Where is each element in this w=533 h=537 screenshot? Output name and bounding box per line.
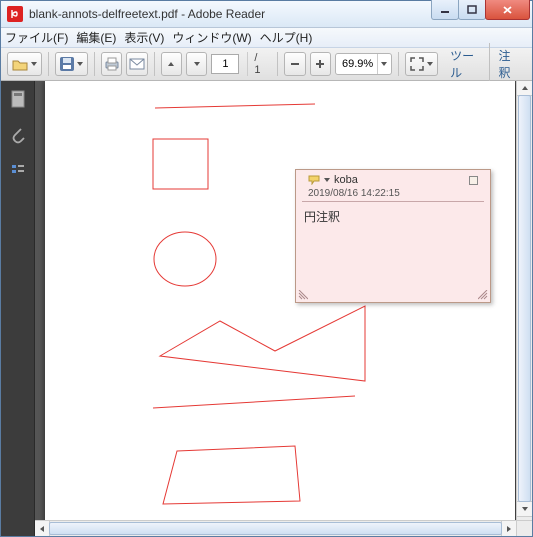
resize-grip-icon[interactable] [298,290,308,300]
scroll-right-button[interactable] [501,520,517,536]
document-viewport[interactable]: koba 2019/08/16 14:22:15 円注釈 [35,81,532,536]
window-close-button[interactable] [485,0,530,20]
bookmarks-tab[interactable] [8,161,28,181]
menu-window[interactable]: ウィンドウ(W) [172,29,251,46]
comments-panel-link[interactable]: 注釈 [489,43,526,85]
thumbnails-tab[interactable] [8,89,28,109]
scroll-down-button[interactable] [516,501,532,517]
separator [94,52,95,76]
toolbar: / 1 69.9% ツール 注釈 [1,48,532,81]
app-icon [7,6,23,22]
email-button[interactable] [126,52,147,76]
popup-options-button[interactable] [469,176,478,185]
page-down-button[interactable] [186,52,207,76]
tools-panel-link[interactable]: ツール [442,43,487,85]
chevron-down-icon [194,62,200,66]
save-button[interactable] [55,52,88,76]
line-annotation-2[interactable] [153,396,355,408]
chevron-down-icon [77,62,83,66]
separator [398,52,399,76]
scroll-corner [516,520,532,536]
polygon-annotation-2[interactable] [163,446,300,504]
pdf-page [45,81,515,536]
chevron-down-icon [31,62,37,66]
annotation-author: koba [334,174,358,186]
chevron-down-icon[interactable] [324,178,330,182]
rectangle-annotation[interactable] [153,139,208,189]
print-button[interactable] [101,52,122,76]
attachments-tab[interactable] [8,125,28,145]
fit-button[interactable] [405,52,438,76]
chevron-down-icon [381,62,387,66]
separator [277,52,278,76]
chevron-up-icon [168,62,174,66]
page-number-input[interactable] [211,54,239,74]
horizontal-scrollbar[interactable] [35,520,516,536]
annotation-timestamp: 2019/08/16 14:22:15 [308,188,478,199]
window-maximize-button[interactable] [458,0,486,20]
page-total: / 1 [247,52,271,76]
open-button[interactable] [7,52,42,76]
zoom-level-select[interactable]: 69.9% [335,53,392,75]
vertical-scrollbar[interactable] [516,81,532,520]
page-annotations [45,81,515,536]
line-annotation[interactable] [155,104,315,108]
zoom-value: 69.9% [342,58,373,70]
zoom-out-button[interactable] [284,52,305,76]
comment-bubble-icon [308,175,320,185]
scroll-thumb[interactable] [49,522,502,535]
annotation-body[interactable]: 円注釈 [296,202,490,231]
scroll-thumb[interactable] [518,95,531,502]
chevron-down-icon [427,62,433,66]
polygon-annotation[interactable] [160,306,365,381]
menu-view[interactable]: 表示(V) [124,29,164,46]
window-title: blank-annots-delfreetext.pdf - Adobe Rea… [29,7,432,21]
menu-edit[interactable]: 編集(E) [76,29,116,46]
circle-annotation[interactable] [154,232,216,286]
page-up-button[interactable] [161,52,182,76]
separator [154,52,155,76]
separator [48,52,49,76]
navigation-panel [1,81,35,536]
zoom-in-button[interactable] [310,52,331,76]
scroll-left-button[interactable] [35,520,50,536]
menu-file[interactable]: ファイル(F) [5,29,68,46]
resize-grip-icon[interactable] [478,290,488,300]
content-area: koba 2019/08/16 14:22:15 円注釈 [1,81,532,536]
menu-help[interactable]: ヘルプ(H) [260,29,313,46]
annotation-popup[interactable]: koba 2019/08/16 14:22:15 円注釈 [295,169,491,303]
window-minimize-button[interactable] [431,0,459,20]
scroll-up-button[interactable] [516,81,532,96]
window-titlebar: blank-annots-delfreetext.pdf - Adobe Rea… [1,1,532,28]
